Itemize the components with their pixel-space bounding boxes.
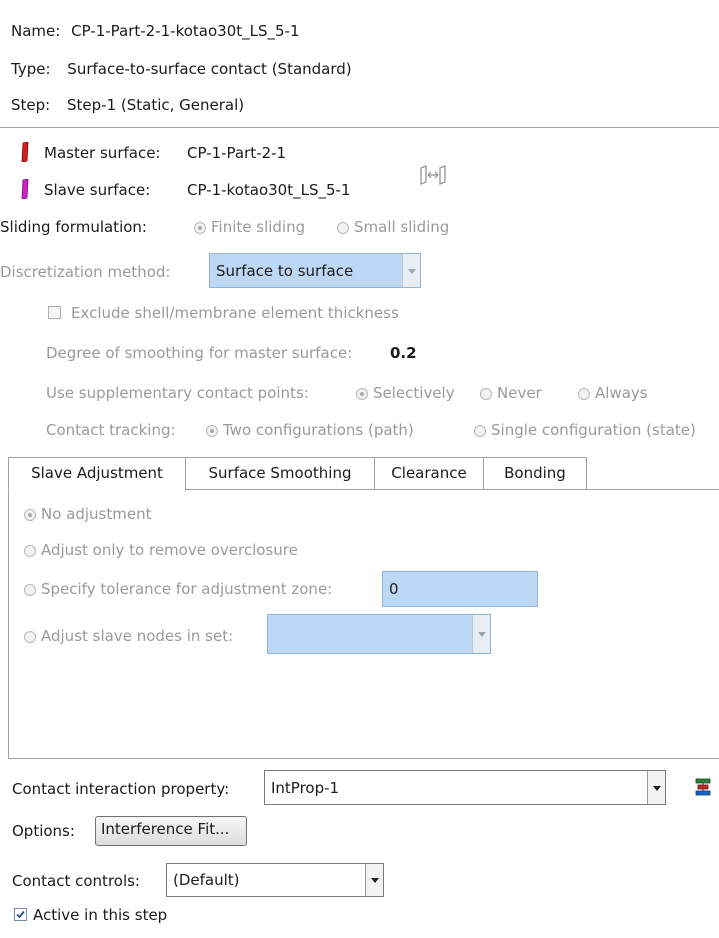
sliding-formulation-label: Sliding formulation: xyxy=(0,218,147,236)
step-value: Step-1 (Static, General) xyxy=(67,96,245,114)
adjust-none-option[interactable]: No adjustment xyxy=(24,505,151,523)
tab-bonding-label: Bonding xyxy=(504,464,566,482)
options-label: Options: xyxy=(12,822,75,840)
active-label: Active in this step xyxy=(33,906,168,924)
tab-surface-smoothing[interactable]: Surface Smoothing xyxy=(185,457,375,490)
supplementary-always-option[interactable]: Always xyxy=(578,384,648,402)
smoothing-label: Degree of smoothing for master surface: xyxy=(46,344,353,362)
property-label: Contact interaction property: xyxy=(12,780,230,798)
tracking-two-config-radio[interactable] xyxy=(206,425,218,437)
adjust-node-set-option[interactable]: Adjust slave nodes in set: xyxy=(24,627,233,645)
discretization-value: Surface to surface xyxy=(216,262,354,280)
tab-slave-adjustment-label: Slave Adjustment xyxy=(31,464,163,482)
supplementary-selectively-label: Selectively xyxy=(373,384,455,402)
supplementary-label: Use supplementary contact points: xyxy=(46,384,309,402)
tolerance-value: 0 xyxy=(389,580,399,598)
adjust-node-set-radio[interactable] xyxy=(24,631,36,643)
adjust-overclosure-radio[interactable] xyxy=(24,545,36,557)
slave-surface-value: CP-1-kotao30t_LS_5-1 xyxy=(187,181,351,199)
sliding-small-radio[interactable] xyxy=(337,222,349,234)
tab-bonding[interactable]: Bonding xyxy=(483,457,587,490)
adjust-overclosure-label: Adjust only to remove overclosure xyxy=(41,541,298,559)
adjust-node-set-label: Adjust slave nodes in set: xyxy=(41,627,234,645)
supplementary-always-label: Always xyxy=(595,384,648,402)
header-divider xyxy=(0,127,719,128)
tracking-single-config-option[interactable]: Single configuration (state) xyxy=(474,421,696,439)
name-row: Name: CP-1-Part-2-1-kotao30t_LS_5-1 xyxy=(11,22,300,40)
tracking-single-config-label: Single configuration (state) xyxy=(491,421,696,439)
tab-clearance-label: Clearance xyxy=(391,464,467,482)
adjust-none-radio[interactable] xyxy=(24,509,36,521)
step-row: Step: Step-1 (Static, General) xyxy=(11,96,244,114)
smoothing-value: 0.2 xyxy=(390,344,417,362)
sliding-finite-option[interactable]: Finite sliding xyxy=(194,218,305,236)
chevron-down-icon[interactable] xyxy=(365,864,383,896)
tracking-two-config-option[interactable]: Two configurations (path) xyxy=(206,421,414,439)
discretization-label: Discretization method: xyxy=(0,263,171,281)
checkmark-icon xyxy=(16,910,25,919)
adjust-none-label: No adjustment xyxy=(41,505,152,523)
master-surface-value: CP-1-Part-2-1 xyxy=(187,144,287,162)
name-label: Name: xyxy=(11,22,61,40)
swap-surfaces-icon[interactable] xyxy=(418,164,448,186)
contact-controls-select[interactable]: (Default) xyxy=(166,863,384,897)
chevron-down-icon[interactable] xyxy=(402,254,420,287)
create-property-icon[interactable] xyxy=(694,778,712,796)
supplementary-selectively-option[interactable]: Selectively xyxy=(356,384,455,402)
slave-surface-icon xyxy=(21,179,29,199)
contact-controls-value: (Default) xyxy=(173,871,240,889)
master-surface-icon xyxy=(21,142,29,162)
sliding-finite-radio[interactable] xyxy=(194,222,206,234)
discretization-select[interactable]: Surface to surface xyxy=(209,253,421,288)
slave-surface-label: Slave surface: xyxy=(44,181,151,199)
type-value: Surface-to-surface contact (Standard) xyxy=(67,60,352,78)
active-checkbox[interactable] xyxy=(14,908,27,921)
supplementary-selectively-radio[interactable] xyxy=(356,388,368,400)
exclude-shell-label: Exclude shell/membrane element thickness xyxy=(71,304,399,322)
supplementary-always-radio[interactable] xyxy=(578,388,590,400)
property-select[interactable]: IntProp-1 xyxy=(264,770,666,805)
adjust-tolerance-radio[interactable] xyxy=(24,584,36,596)
master-surface-label: Master surface: xyxy=(44,144,161,162)
name-value: CP-1-Part-2-1-kotao30t_LS_5-1 xyxy=(71,22,300,40)
interference-fit-button[interactable]: Interference Fit... xyxy=(95,816,247,846)
step-label: Step: xyxy=(11,96,51,114)
tab-slave-adjustment[interactable]: Slave Adjustment xyxy=(8,457,186,491)
tracking-label: Contact tracking: xyxy=(46,421,176,439)
sliding-small-option[interactable]: Small sliding xyxy=(337,218,449,236)
supplementary-never-option[interactable]: Never xyxy=(480,384,542,402)
supplementary-never-label: Never xyxy=(497,384,542,402)
adjust-overclosure-option[interactable]: Adjust only to remove overclosure xyxy=(24,541,298,559)
sliding-small-label: Small sliding xyxy=(354,218,450,236)
tracking-single-config-radio[interactable] xyxy=(474,425,486,437)
type-row: Type: Surface-to-surface contact (Standa… xyxy=(11,60,352,78)
sliding-finite-label: Finite sliding xyxy=(211,218,306,236)
chevron-down-icon[interactable] xyxy=(472,615,490,653)
contact-controls-label: Contact controls: xyxy=(12,872,140,890)
chevron-down-icon[interactable] xyxy=(647,771,665,804)
type-label: Type: xyxy=(11,60,51,78)
interference-fit-label: Interference Fit... xyxy=(101,820,230,838)
tab-clearance[interactable]: Clearance xyxy=(374,457,484,490)
tolerance-input[interactable]: 0 xyxy=(382,571,538,607)
tab-surface-smoothing-label: Surface Smoothing xyxy=(208,464,352,482)
adjust-tolerance-option[interactable]: Specify tolerance for adjustment zone: xyxy=(24,580,332,598)
tracking-two-config-label: Two configurations (path) xyxy=(223,421,414,439)
adjust-tolerance-label: Specify tolerance for adjustment zone: xyxy=(41,580,333,598)
property-value: IntProp-1 xyxy=(271,779,340,797)
node-set-select[interactable] xyxy=(267,614,491,654)
exclude-shell-checkbox[interactable] xyxy=(48,306,61,319)
supplementary-never-radio[interactable] xyxy=(480,388,492,400)
